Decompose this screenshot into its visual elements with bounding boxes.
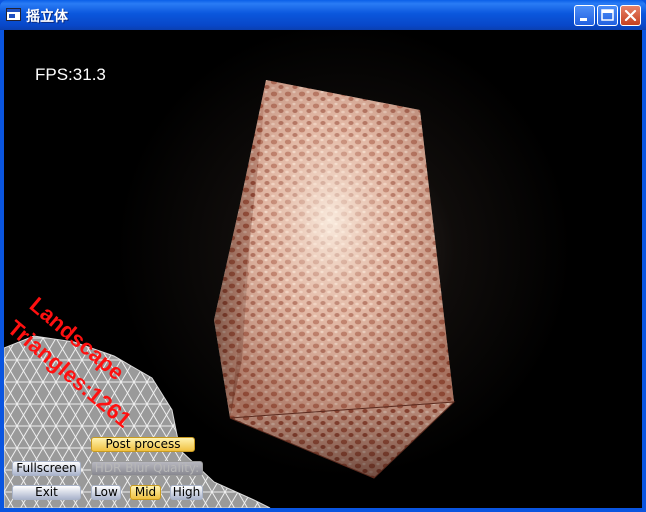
maximize-icon [601, 9, 614, 21]
window-title: 摇立体 [26, 9, 68, 25]
fullscreen-button[interactable]: Fullscreen [12, 461, 81, 476]
minimize-icon [580, 18, 587, 21]
close-icon [624, 9, 637, 22]
app-window: 摇立体 FPS:31.3 Landscape Triangles:1261 Po… [0, 0, 646, 512]
close-button[interactable] [620, 5, 641, 26]
hdr-blur-quality-label: HDR Blur Quality: [91, 461, 203, 476]
quality-mid-button[interactable]: Mid [130, 485, 161, 500]
title-bar[interactable]: 摇立体 [0, 0, 646, 30]
exit-button[interactable]: Exit [12, 485, 81, 500]
app-window-icon [6, 8, 21, 21]
quality-high-button[interactable]: High [170, 485, 203, 500]
textured-block [214, 80, 456, 479]
post-process-button[interactable]: Post process [91, 437, 195, 452]
render-viewport[interactable]: FPS:31.3 Landscape Triangles:1261 Post p… [4, 30, 642, 508]
maximize-button[interactable] [597, 5, 618, 26]
minimize-button[interactable] [574, 5, 595, 26]
fps-counter: FPS:31.3 [35, 65, 106, 84]
quality-low-button[interactable]: Low [91, 485, 121, 500]
